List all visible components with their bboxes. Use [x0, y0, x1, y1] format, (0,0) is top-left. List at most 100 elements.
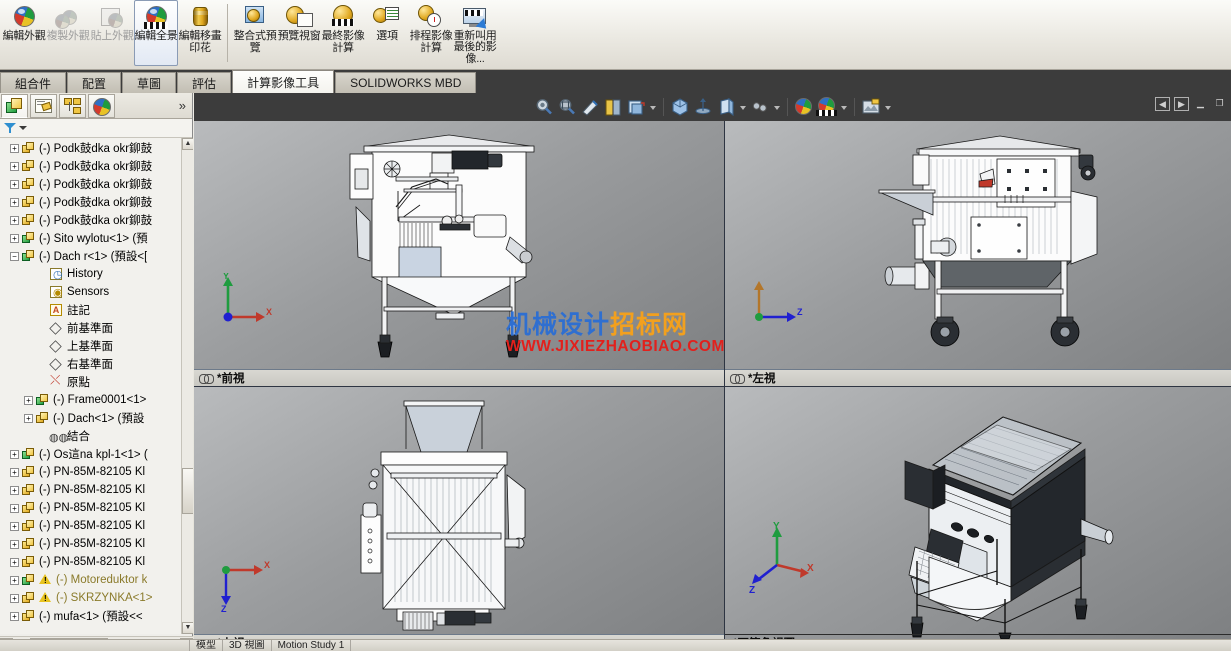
final-render-toolbar-icon[interactable]	[860, 96, 882, 118]
chevron-down-icon[interactable]	[19, 126, 27, 130]
zoom-to-area-icon[interactable]	[556, 96, 578, 118]
link-views-icon[interactable]	[730, 373, 745, 384]
ribbon-button-edit-decal[interactable]: 編輯移畫印花	[178, 0, 222, 66]
viewport-front[interactable]: Y X 机械设计招标网 WWW.JIXIEZHAOBIAO.COM *前視	[194, 121, 724, 386]
tree-item[interactable]: + (-) PN-85M-82105 Kl	[0, 481, 193, 499]
final-render-caret[interactable]	[883, 96, 893, 118]
ribbon-button-edit-scene[interactable]: 編輯全景	[134, 0, 178, 66]
tree-item[interactable]: + (-) Frame0001<1>	[0, 391, 193, 409]
tree-item[interactable]: + (-) Motoreduktor k	[0, 571, 193, 589]
tree-item[interactable]: 右基準面	[0, 355, 193, 373]
ribbon-button-recall-last-render[interactable]: 重新叫用最後的影像...	[453, 0, 497, 66]
tree-item[interactable]: 原點	[0, 373, 193, 391]
tree-item[interactable]: + (-) PN-85M-82105 Kl	[0, 463, 193, 481]
tree-vertical-scrollbar[interactable]: ▲ ▼	[181, 138, 193, 634]
tree-expand-toggle[interactable]: +	[10, 539, 19, 549]
property-manager-tab[interactable]	[30, 93, 57, 118]
ribbon-button-copy-appearance[interactable]: 複製外觀	[46, 0, 90, 66]
tab-sketch[interactable]: 草圖	[122, 72, 177, 93]
link-views-icon[interactable]	[199, 373, 214, 384]
tab-assembly[interactable]: 組合件	[0, 72, 67, 93]
edit-appearance-toolbar-icon[interactable]	[715, 96, 737, 118]
tree-item[interactable]: + (-) Os這na kpl-1<1> (	[0, 445, 193, 463]
status-tab-model[interactable]: 模型	[190, 640, 223, 651]
ribbon-button-schedule-render[interactable]: 排程影像計算	[409, 0, 453, 66]
status-tab-motion-study[interactable]: Motion Study 1	[272, 640, 352, 651]
tree-expand-toggle[interactable]: +	[10, 179, 19, 189]
status-tab-3dviews[interactable]: 3D 視圖	[223, 640, 272, 651]
tree-filter-bar[interactable]	[0, 119, 192, 138]
minimize-button[interactable]: ▁	[1193, 97, 1208, 111]
feature-manager-tab[interactable]	[1, 93, 28, 118]
tree-item[interactable]: 前基準面	[0, 319, 193, 337]
tree-expand-toggle[interactable]: +	[10, 503, 19, 513]
tree-item[interactable]: A 註記	[0, 301, 193, 319]
section-view-icon[interactable]	[602, 96, 624, 118]
tree-expand-toggle[interactable]: +	[10, 575, 19, 585]
tree-collapse-toggle[interactable]: −	[10, 251, 19, 261]
panel-expand-chevron[interactable]: »	[179, 98, 186, 113]
tree-item[interactable]: 上基準面	[0, 337, 193, 355]
tree-item[interactable]: + (-) PN-85M-82105 Kl	[0, 499, 193, 517]
view-orientation-caret[interactable]	[648, 96, 658, 118]
ribbon-button-integrated-preview[interactable]: 整合式預覽	[233, 0, 277, 66]
ribbon-button-paste-appearance[interactable]: 貼上外觀	[90, 0, 134, 66]
hide-show-items-icon[interactable]	[692, 96, 714, 118]
tree-expand-toggle[interactable]: +	[10, 233, 19, 243]
viewport-top[interactable]: X Z *上視	[194, 387, 724, 651]
tree-item[interactable]: + (-) Podk鼓dka okr鉚鼓	[0, 175, 193, 193]
previous-view-icon[interactable]	[579, 96, 601, 118]
tab-evaluate[interactable]: 評估	[177, 72, 232, 93]
viewport-left[interactable]: Z *左視	[725, 121, 1231, 386]
tree-item[interactable]: + (-) SKRZYNKA<1>	[0, 589, 193, 607]
tree-expand-toggle[interactable]: +	[10, 197, 19, 207]
viewport-isometric[interactable]: Y X Z *不等角視圖	[725, 387, 1231, 651]
tree-expand-toggle[interactable]: +	[10, 467, 19, 477]
render-caret[interactable]	[839, 96, 849, 118]
tree-expand-toggle[interactable]: +	[10, 485, 19, 495]
apply-scene-icon[interactable]	[749, 96, 771, 118]
appearance-caret[interactable]	[738, 96, 748, 118]
ribbon-button-edit-appearance[interactable]: 編輯外觀	[2, 0, 46, 66]
ribbon-button-final-render[interactable]: 最終影像計算	[321, 0, 365, 66]
tree-item[interactable]: + (-) Podk鼓dka okr鉚鼓	[0, 211, 193, 229]
viewport-divider-horizontal[interactable]	[194, 386, 1231, 387]
tree-item[interactable]: History	[0, 265, 193, 283]
tab-layout[interactable]: 配置	[67, 72, 122, 93]
scroll-down-button[interactable]: ▼	[182, 622, 193, 634]
feature-tree[interactable]: + (-) Podk鼓dka okr鉚鼓 + (-) Podk鼓dka okr鉚鼓 + (…	[0, 138, 193, 634]
restore-button[interactable]: ❐	[1212, 97, 1227, 111]
tree-item[interactable]: + (-) Podk鼓dka okr鉚鼓	[0, 193, 193, 211]
tree-item[interactable]: − (-) Dach r<1> (預設<[	[0, 247, 193, 265]
tree-item[interactable]: ◍◍ 結合	[0, 427, 193, 445]
scene-caret[interactable]	[772, 96, 782, 118]
tree-item[interactable]: Sensors	[0, 283, 193, 301]
zoom-to-fit-icon[interactable]	[533, 96, 555, 118]
scroll-up-button[interactable]: ▲	[182, 138, 193, 150]
tree-expand-toggle[interactable]: +	[10, 611, 19, 621]
tree-expand-toggle[interactable]: +	[10, 215, 19, 225]
tree-expand-toggle[interactable]: +	[10, 143, 19, 153]
tree-expand-toggle[interactable]: +	[10, 161, 19, 171]
tree-item[interactable]: + (-) PN-85M-82105 Kl	[0, 535, 193, 553]
tree-item[interactable]: + (-) Sito wylotu<1> (預	[0, 229, 193, 247]
tree-item[interactable]: + (-) Podk鼓dka okr鉚鼓	[0, 139, 193, 157]
display-manager-tab[interactable]	[88, 93, 115, 118]
tree-expand-toggle[interactable]: +	[10, 557, 19, 567]
view-orientation-icon[interactable]	[625, 96, 647, 118]
tree-expand-toggle[interactable]: +	[10, 521, 19, 531]
configuration-manager-tab[interactable]	[59, 93, 86, 118]
tree-expand-toggle[interactable]: +	[24, 413, 33, 423]
tree-item[interactable]: + (-) mufa<1> (預設<<	[0, 607, 193, 625]
tree-expand-toggle[interactable]: +	[10, 593, 19, 603]
render-tools-icon[interactable]	[815, 96, 838, 118]
view-settings-icon[interactable]	[793, 96, 815, 118]
display-style-icon[interactable]	[669, 96, 691, 118]
tab-render-tools[interactable]: 計算影像工具	[232, 70, 335, 93]
ribbon-button-options[interactable]: 選項	[365, 0, 409, 66]
tree-item[interactable]: + (-) PN-85M-82105 Kl	[0, 553, 193, 571]
tile-previous-button[interactable]: ◀	[1155, 97, 1170, 111]
tree-item[interactable]: + (-) Dach<1> (預設	[0, 409, 193, 427]
tile-next-button[interactable]: ▶	[1174, 97, 1189, 111]
scroll-thumb[interactable]	[182, 468, 193, 514]
